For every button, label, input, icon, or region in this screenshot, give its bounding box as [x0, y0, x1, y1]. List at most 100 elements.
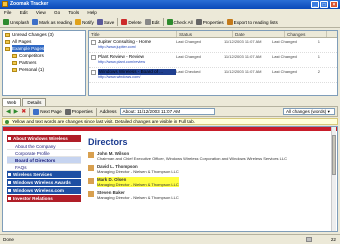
site-nav-section[interactable]: Windows Wireless.com [7, 187, 81, 195]
info-icon [5, 120, 9, 124]
tree-item-label: Unread Changes (3) [12, 32, 54, 37]
list-item-count: 1 [317, 54, 320, 59]
next-page-icon [33, 108, 40, 115]
scrollbar-thumb[interactable] [332, 135, 336, 175]
separator [117, 18, 119, 26]
tree-item[interactable]: All Pages [3, 38, 85, 45]
read-icon [32, 19, 39, 25]
toolbar-label: Delete [128, 19, 142, 25]
export-to-reading-lists-button[interactable]: Export to reading lists [226, 19, 278, 25]
site-nav-link[interactable]: About the Company [7, 143, 81, 150]
director-text: Steven Baker Managing Director - Nielsen … [97, 190, 179, 200]
address-label: Address [99, 109, 117, 114]
check-icon [166, 19, 173, 25]
forward-arrow-icon[interactable]: ▶ [14, 108, 19, 115]
properties-button[interactable]: Properties [64, 108, 93, 115]
list-item[interactable]: Plant Review - Review http://www.plant.co… [89, 53, 337, 68]
list-item-date: Last Changed [272, 69, 297, 74]
list-item-url[interactable]: http://www.jupiter.com/ [98, 45, 176, 51]
toolbar-label: Check All [173, 19, 193, 25]
info-text: Yellow and text words are changes since … [12, 119, 195, 124]
tab-details[interactable]: Details [22, 98, 47, 106]
tree-item[interactable]: Example Pages [3, 45, 85, 52]
properties-button[interactable]: Properties [195, 19, 224, 25]
column-header-title[interactable]: Title [89, 31, 177, 37]
menu-view[interactable]: View [36, 10, 46, 15]
menu-help[interactable]: Help [87, 10, 96, 15]
page-icon [91, 40, 96, 45]
separator [29, 107, 31, 116]
director-entry: John M. Wilson Chairman and Chief Executi… [88, 151, 328, 161]
menu-edit[interactable]: Edit [20, 10, 28, 15]
separator [95, 107, 97, 116]
bullet-icon [88, 191, 94, 197]
minimize-button[interactable]: _ [311, 1, 319, 8]
unsplash-button[interactable]: Unsplash [3, 19, 29, 25]
save-button[interactable]: Save [96, 19, 115, 25]
status-text: Done [3, 237, 14, 242]
menu-go[interactable]: Go [54, 10, 60, 15]
bullet-icon [88, 178, 94, 184]
list-item-status: 11/12/2003 11:07 AM [224, 39, 262, 44]
page-heading: Directors [88, 137, 128, 147]
back-arrow-icon[interactable]: ◀ [6, 108, 11, 115]
site-nav-link[interactable]: FAQs [7, 164, 81, 171]
delete-button[interactable]: Delete [121, 19, 142, 25]
toolbar-label: Properties [202, 19, 224, 25]
list-item[interactable]: Windows Wireless - Board of ... http://ww… [89, 68, 337, 83]
tree-item-label: Personal (1) [19, 67, 45, 72]
list-item-url[interactable]: http://www.windows.com/ [98, 75, 176, 81]
toolbar: Unsplash Mark as reading Notify Save Delete E… [0, 17, 340, 28]
tab-web[interactable]: Web [2, 98, 22, 106]
web-page-view: About Windows Wireless About the Company C… [2, 126, 338, 232]
toolbar-label: Notify [82, 19, 94, 25]
export-icon [226, 19, 233, 25]
list-item[interactable]: Jupiter Consulting - Home http://www.jupi… [89, 38, 337, 53]
tree-item[interactable]: Competitors [3, 52, 85, 59]
mark-as-reading-button[interactable]: Mark as reading [32, 19, 72, 25]
menu-tools[interactable]: Tools [68, 10, 79, 15]
vertical-scrollbar[interactable] [331, 127, 336, 231]
site-nav-section[interactable]: Wireless Services [7, 171, 81, 179]
site-nav-link[interactable]: Board of Directors [7, 157, 81, 164]
director-text: Mark D. Olsen Managing Director - Nielsen… [97, 177, 179, 187]
list-item-count: 1 [317, 39, 320, 44]
toolbar-label: Edit [151, 19, 160, 25]
notify-button[interactable]: Notify [75, 19, 94, 25]
bullet-icon [88, 152, 94, 158]
tree-item-label: Partners [19, 60, 37, 65]
column-header-changes[interactable]: Changes [285, 31, 327, 37]
menu-file[interactable]: File [4, 10, 11, 15]
director-text: John M. Wilson Chairman and Chief Executi… [97, 151, 287, 161]
list-header: Title Status Date Changes [89, 31, 337, 38]
folder-icon [12, 60, 17, 65]
director-entry: David L. Thompson Managing Director - Nie… [88, 164, 328, 174]
list-item-snippet: Last Checked [176, 69, 201, 74]
stop-icon[interactable]: ✖ [21, 108, 26, 115]
site-nav-section[interactable]: Investor Relations [7, 195, 81, 203]
address-field[interactable]: About: 11/12/2003 11:07 AM [119, 108, 215, 115]
folder-icon [5, 39, 10, 44]
close-button[interactable]: × [330, 1, 338, 8]
list-item-url[interactable]: http://www.plant.com/review [98, 60, 176, 66]
column-header-date[interactable]: Date [233, 31, 285, 37]
list-item-status: 11/12/2003 11:07 AM [224, 69, 262, 74]
toolbar-label: Export to reading lists [233, 19, 278, 25]
site-nav-section[interactable]: About Windows Wireless [7, 135, 81, 143]
toolbar-label: Save [103, 19, 115, 25]
maximize-button[interactable]: □ [320, 1, 328, 8]
view-option-select[interactable]: All changes (words) ▾ [283, 108, 335, 115]
check-all-button[interactable]: Check All [166, 19, 193, 25]
site-nav-section[interactable]: Windows Wireless Awards [7, 179, 81, 187]
notify-icon [75, 19, 82, 25]
site-nav-link[interactable]: Corporate Profile [7, 150, 81, 157]
save-icon [96, 19, 103, 25]
tree-item[interactable]: Unread Changes (3) [3, 31, 85, 38]
tree-item[interactable]: Personal (1) [3, 66, 85, 73]
edit-button[interactable]: Edit [144, 19, 160, 25]
next-page-button[interactable]: Next Page [33, 108, 62, 115]
menu-bar: File Edit View Go Tools Help [0, 9, 340, 17]
column-header-status[interactable]: Status [177, 31, 233, 37]
tree-item[interactable]: Partners [3, 59, 85, 66]
list-item-snippet: Last Changed [176, 39, 201, 44]
